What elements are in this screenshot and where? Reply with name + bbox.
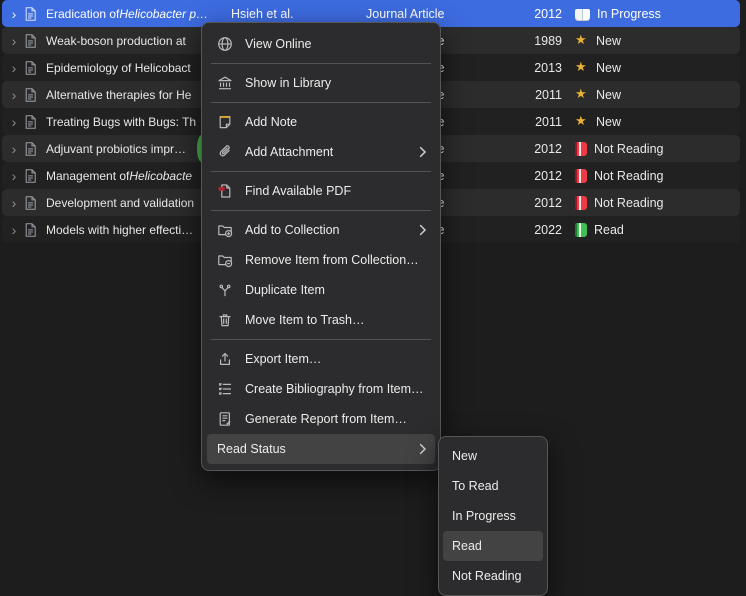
red-book-icon [575,196,587,210]
item-year: 2012 [507,189,562,216]
library-icon [217,75,233,91]
submenu-arrow-icon [419,224,427,236]
menu-item-add-to-collection[interactable]: Add to Collection [207,215,435,245]
menu-separator [211,102,431,103]
read-status-badge: Read [575,216,735,243]
menu-item-read-status[interactable]: Read Status [207,434,435,464]
red-book-icon [575,142,587,156]
submenu-arrow-icon [419,146,427,158]
document-icon [23,108,39,135]
read-status-submenu: New To Read In Progress Read Not Reading [438,436,548,596]
red-book-icon [575,169,587,183]
chevron-right-icon[interactable]: › [8,162,20,189]
menu-item-generate-report[interactable]: Generate Report from Item… [207,404,435,434]
read-status-badge: New [575,81,735,108]
menu-item-duplicate-item[interactable]: Duplicate Item [207,275,435,305]
menu-item-add-attachment[interactable]: Add Attachment [207,137,435,167]
document-icon [23,54,39,81]
menu-item-remove-from-collection[interactable]: Remove Item from Collection… [207,245,435,275]
menu-item-add-note[interactable]: Add Note [207,107,435,137]
export-icon [217,351,233,367]
document-icon [23,189,39,216]
duplicate-icon [217,282,233,298]
open-book-icon [575,9,590,20]
trash-icon [217,312,233,328]
submenu-item-new[interactable]: New [443,441,543,471]
read-status-badge: Not Reading [575,162,735,189]
read-status-badge: Not Reading [575,189,735,216]
item-year: 2012 [507,162,562,189]
submenu-arrow-icon [419,443,427,455]
chevron-right-icon[interactable]: › [8,27,20,54]
read-status-badge: In Progress [575,0,735,27]
submenu-item-read[interactable]: Read [443,531,543,561]
item-title: Treating Bugs with Bugs: Th [46,108,216,135]
submenu-item-in-progress[interactable]: In Progress [443,501,543,531]
read-status-badge: Not Reading [575,135,735,162]
menu-item-find-available-pdf[interactable]: Find Available PDF [207,176,435,206]
star-icon [575,88,589,102]
read-status-badge: New [575,54,735,81]
chevron-right-icon[interactable]: › [8,216,20,243]
item-title: Alternative therapies for He [46,81,216,108]
star-icon [575,34,589,48]
document-icon [23,81,39,108]
chevron-right-icon[interactable]: › [8,81,20,108]
read-status-badge: New [575,108,735,135]
note-icon [217,114,233,130]
item-title: Development and validation [46,189,216,216]
document-icon [23,0,39,27]
item-title: Eradication of Helicobacter p… [46,0,216,27]
document-icon [23,135,39,162]
menu-item-create-bibliography[interactable]: Create Bibliography from Item… [207,374,435,404]
star-icon [575,115,589,129]
document-icon [23,27,39,54]
item-year: 2011 [507,108,562,135]
paperclip-icon [217,144,233,160]
menu-separator [211,63,431,64]
folder-minus-icon [217,252,233,268]
chevron-right-icon[interactable]: › [8,189,20,216]
star-icon [575,61,589,75]
submenu-item-to-read[interactable]: To Read [443,471,543,501]
item-year: 2011 [507,81,562,108]
item-year: 2012 [507,135,562,162]
submenu-item-not-reading[interactable]: Not Reading [443,561,543,591]
chevron-right-icon[interactable]: › [8,0,20,27]
item-year: 2013 [507,54,562,81]
read-status-badge: New [575,27,735,54]
item-title: Epidemiology of Helicobact [46,54,216,81]
menu-separator [211,171,431,172]
item-title: Weak-boson production at [46,27,216,54]
document-icon [23,216,39,243]
item-year: 2022 [507,216,562,243]
globe-icon [217,36,233,52]
menu-item-show-in-library[interactable]: Show in Library [207,68,435,98]
chevron-right-icon[interactable]: › [8,135,20,162]
item-title: Management of Helicobacte [46,162,216,189]
chevron-right-icon[interactable]: › [8,54,20,81]
item-year: 1989 [507,27,562,54]
green-book-icon [575,223,587,237]
menu-item-export-item[interactable]: Export Item… [207,344,435,374]
item-year: 2012 [507,0,562,27]
context-menu: View Online Show in Library Add Note Add… [201,22,441,471]
chevron-right-icon[interactable]: › [8,108,20,135]
menu-separator [211,339,431,340]
bibliography-icon [217,381,233,397]
folder-plus-icon [217,222,233,238]
pdf-icon [217,183,233,199]
menu-item-move-to-trash[interactable]: Move Item to Trash… [207,305,435,335]
item-title: Adjuvant probiotics impr… [46,135,216,162]
menu-separator [211,210,431,211]
report-icon [217,411,233,427]
menu-item-view-online[interactable]: View Online [207,29,435,59]
document-icon [23,162,39,189]
item-title: Models with higher effecti… [46,216,216,243]
